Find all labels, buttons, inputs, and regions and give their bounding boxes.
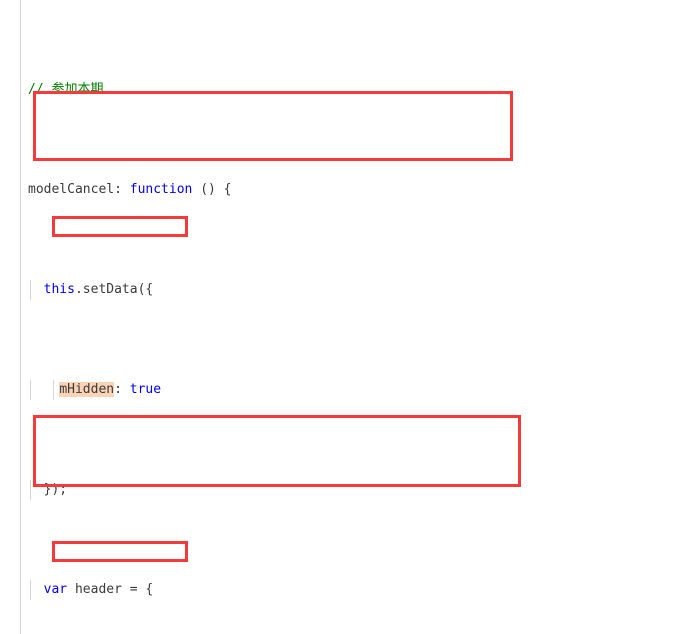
indent-guide (30, 380, 31, 400)
indent-guide (30, 580, 31, 600)
code-editor-screenshot: // 参加本期 modelCancel: function () { this.… (0, 0, 698, 634)
comment-token-cjk: 参加本期 (51, 82, 104, 97)
code-line[interactable]: var header = { (0, 580, 698, 600)
code-line[interactable]: this.setData({ (0, 280, 698, 300)
indent-guide (30, 280, 31, 300)
code-content[interactable]: // 参加本期 modelCancel: function () { this.… (0, 0, 698, 634)
code-line[interactable]: // 参加本期 (0, 80, 698, 100)
highlighted-identifier-mhidden: mHidden (59, 382, 115, 397)
punct: : (114, 182, 130, 197)
punct: }); (43, 482, 68, 497)
punct (67, 582, 75, 597)
punct: ({ (137, 282, 154, 297)
identifier-header: header (74, 582, 122, 597)
punct: : (114, 382, 130, 397)
keyword-this: this (43, 282, 75, 297)
code-line[interactable]: mHidden: true (0, 380, 698, 400)
punct: () { (192, 182, 232, 197)
code-line[interactable]: modelCancel: function () { (0, 180, 698, 200)
indent-guide (53, 380, 54, 400)
comment-token: // (28, 82, 52, 97)
function-name-modelcancel: modelCancel (28, 182, 115, 197)
code-line[interactable]: }); (0, 480, 698, 500)
method-setdata: setData (82, 282, 138, 297)
punct: . (74, 282, 83, 297)
punct: = { (121, 582, 154, 597)
keyword-true: true (129, 382, 162, 397)
indent-guide (30, 480, 31, 500)
keyword-function: function (129, 182, 193, 197)
keyword-var: var (43, 582, 68, 597)
